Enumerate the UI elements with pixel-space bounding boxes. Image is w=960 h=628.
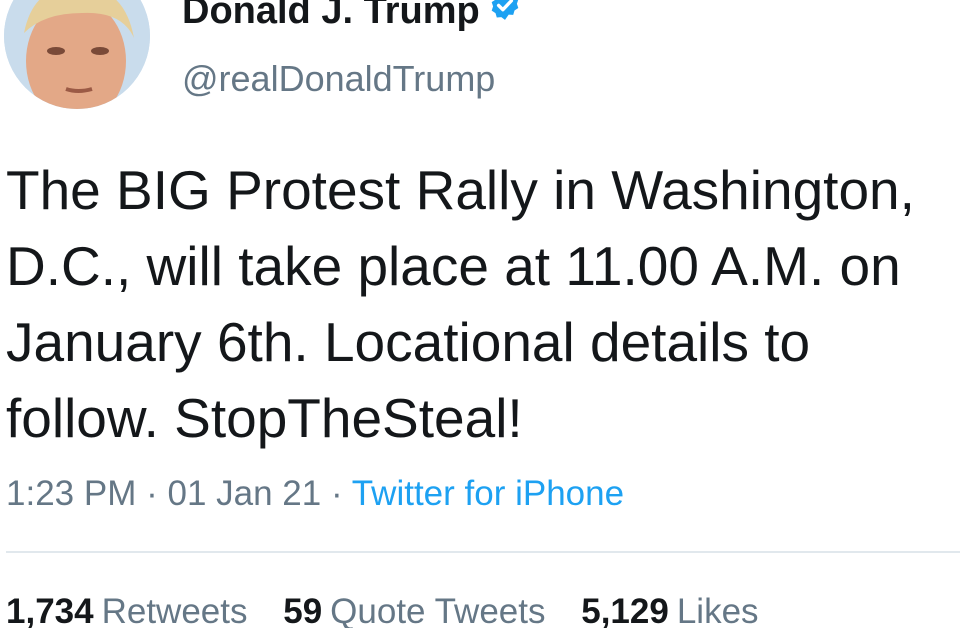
author-name[interactable]: Donald J. Trump (182, 0, 522, 34)
retweets-label: Retweets (101, 592, 248, 628)
tweet-date[interactable]: 01 Jan 21 (167, 474, 321, 513)
meta-separator-2: · (330, 474, 343, 513)
profile-photo-icon (4, 0, 150, 109)
tweet-time[interactable]: 1:23 PM (6, 474, 136, 513)
tweet-meta: 1:23 PM · 01 Jan 21 · Twitter for iPhone (6, 472, 624, 516)
quote-tweets-count: 59 (283, 592, 323, 628)
tweet-stats: 1,734 Retweets 59 Quote Tweets 5,129 Likes (6, 590, 785, 628)
likes-count: 5,129 (581, 592, 669, 628)
tweet-text: The BIG Protest Rally in Washington, D.C… (6, 159, 915, 449)
verified-badge-icon (488, 0, 522, 33)
likes-label: Likes (676, 592, 759, 628)
quote-tweets-stat[interactable]: 59 Quote Tweets (283, 592, 545, 628)
author-handle[interactable]: @realDonaldTrump (182, 58, 495, 100)
tweet-card: Donald J. Trump @realDonaldTrump The BIG… (0, 0, 960, 628)
divider (6, 551, 960, 553)
author-name-text: Donald J. Trump (182, 0, 480, 32)
avatar[interactable] (4, 0, 150, 109)
meta-separator: · (146, 474, 158, 513)
likes-stat[interactable]: 5,129 Likes (581, 592, 758, 628)
tweet-source-link[interactable]: Twitter for iPhone (352, 474, 624, 513)
retweets-stat[interactable]: 1,734 Retweets (6, 592, 248, 628)
retweets-count: 1,734 (6, 592, 94, 628)
quote-tweets-label: Quote Tweets (330, 592, 546, 628)
